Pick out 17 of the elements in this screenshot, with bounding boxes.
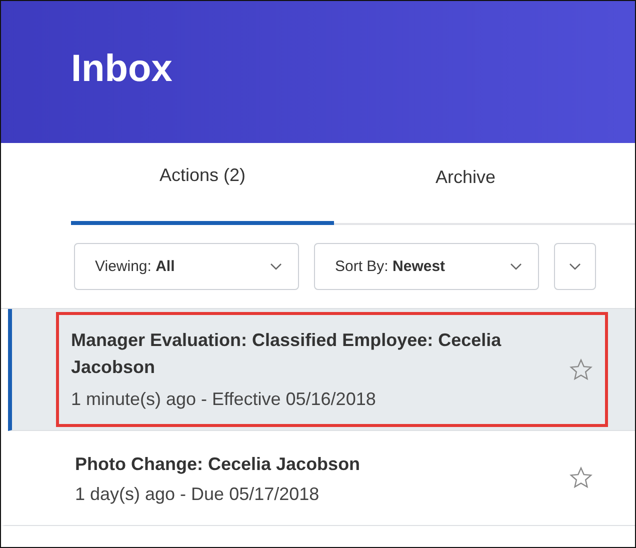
filter-dropdown[interactable]: Viewing: All bbox=[74, 243, 299, 290]
chevron-down-icon bbox=[510, 262, 522, 270]
item-subtitle: 1 day(s) ago - Due 05/17/2018 bbox=[75, 484, 320, 505]
inbox-item[interactable]: Manager Evaluation: Classified Employee: Cecelia Jacobson 1 minute(s) ago - Effective 05/16/2018 bbox=[8, 309, 635, 431]
filter-dropdown[interactable]: Sort By: Newest bbox=[314, 243, 539, 290]
expand-button[interactable] bbox=[554, 243, 596, 290]
inbox-item[interactable]: Photo Change: Cecelia Jacobson 1 day(s) ago - Due 05/17/2018 bbox=[1, 431, 635, 526]
item-title: Photo Change: Cecelia Jacobson bbox=[75, 453, 362, 476]
chevron-down-icon bbox=[270, 262, 282, 270]
tab[interactable]: Actions (2) bbox=[71, 143, 334, 225]
item-subtitle: 1 minute(s) ago - Effective 05/16/2018 bbox=[71, 389, 377, 410]
item-title: Manager Evaluation: Classified Employee: Cecelia Jacobson bbox=[71, 329, 502, 379]
tab[interactable]: Archive bbox=[334, 143, 597, 225]
star-icon[interactable] bbox=[569, 466, 593, 490]
chevron-down-icon bbox=[569, 262, 581, 270]
star-icon[interactable] bbox=[569, 358, 593, 382]
page-title: Inbox bbox=[71, 48, 172, 90]
